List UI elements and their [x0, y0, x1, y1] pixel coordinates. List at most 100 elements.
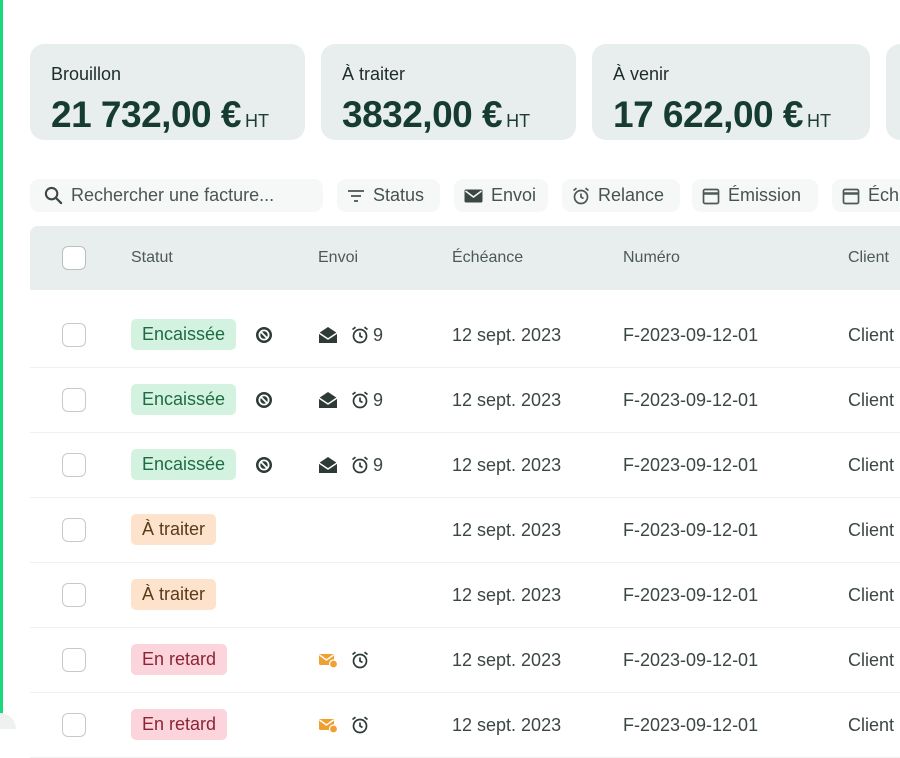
column-header-client[interactable]: Client — [848, 226, 889, 290]
status-badge: En retard — [131, 644, 228, 675]
filter-echeance-label: Éch — [868, 185, 900, 205]
row-checkbox[interactable] — [62, 518, 86, 542]
table-row[interactable]: À traiter 12 sept. 2023 F-2023-09-12-01 … — [30, 563, 900, 628]
table-row[interactable]: Encaissée 9 12 sept. 2023 F-2023-09-12-0… — [30, 433, 900, 498]
alarm-clock-icon: 9 — [351, 303, 383, 367]
row-checkbox[interactable] — [62, 453, 86, 477]
card-amount: 17 622,00 € — [613, 94, 803, 135]
card-unit: HT — [244, 111, 269, 131]
invoice-number[interactable]: F-2023-09-12-01 — [623, 433, 758, 497]
filter-emission-label: Émission — [728, 185, 802, 205]
client-name: Client — [848, 390, 895, 410]
table-body: Encaissée 9 12 sept. 2023 F-2023-09-12-0… — [30, 303, 900, 758]
status-badge: Encaissée — [131, 319, 237, 350]
search-placeholder: Rechercher une facture... — [71, 185, 275, 205]
client-name: Client — [848, 650, 895, 670]
invoice-number[interactable]: F-2023-09-12-01 — [623, 693, 758, 757]
table-row[interactable]: Encaissée 9 12 sept. 2023 F-2023-09-12-0… — [30, 303, 900, 368]
due-date: 12 sept. 2023 — [452, 390, 562, 410]
status-badge: Encaissée — [131, 449, 237, 480]
filter-status-button[interactable]: Status — [337, 179, 440, 212]
due-date: 12 sept. 2023 — [452, 325, 562, 345]
envelope-open-icon — [318, 303, 338, 367]
client-name: Client — [848, 715, 895, 735]
column-header-envoi[interactable]: Envoi — [318, 226, 358, 290]
row-checkbox[interactable] — [62, 713, 86, 737]
card-amount: 3832,00 € — [342, 94, 503, 135]
status-badge: À traiter — [131, 579, 217, 610]
column-header-statut[interactable]: Statut — [131, 226, 173, 290]
reminder-count: 9 — [373, 454, 384, 475]
due-date: 12 sept. 2023 — [452, 650, 562, 670]
card-unit: HT — [506, 111, 531, 131]
alarm-clock-icon: 9 — [351, 433, 383, 497]
table-header: Statut Envoi Échéance Numéro Client — [30, 226, 900, 290]
table-row[interactable]: En retard 12 sept. 2023 F-2023-09-12-01 … — [30, 628, 900, 693]
due-date: 12 sept. 2023 — [452, 715, 562, 735]
status-badge: À traiter — [131, 514, 217, 545]
summary-cards: Brouillon 21 732,00 € HT À traiter 3832,0… — [30, 44, 900, 140]
card-a-venir[interactable]: À venir 17 622,00 € HT — [592, 44, 870, 140]
reminder-count: 9 — [373, 389, 384, 410]
row-checkbox[interactable] — [62, 388, 86, 412]
envelope-icon — [464, 189, 483, 203]
calendar-icon — [842, 187, 860, 205]
client-name: Client — [848, 520, 895, 540]
filter-relance-label: Relance — [598, 185, 665, 205]
filter-status-label: Status — [373, 185, 425, 205]
filter-emission-button[interactable]: Émission — [692, 179, 818, 212]
envelope-open-icon — [318, 368, 338, 432]
calendar-icon — [702, 187, 720, 205]
row-checkbox[interactable] — [62, 583, 86, 607]
row-checkbox[interactable] — [62, 648, 86, 672]
card-a-traiter[interactable]: À traiter 3832,00 € HT — [321, 44, 576, 140]
status-badge: En retard — [131, 709, 228, 740]
blocked-circle-icon — [255, 368, 273, 432]
mail-warning-icon — [318, 693, 338, 757]
card-label: Brouillon — [51, 64, 122, 84]
due-date: 12 sept. 2023 — [452, 520, 562, 540]
filter-lines-icon — [347, 189, 365, 203]
filter-envoi-button[interactable]: Envoi — [454, 179, 548, 212]
search-icon — [44, 186, 63, 205]
invoice-number[interactable]: F-2023-09-12-01 — [623, 368, 758, 432]
due-date: 12 sept. 2023 — [452, 585, 562, 605]
alarm-clock-icon — [351, 693, 373, 757]
card-unit: HT — [806, 111, 831, 131]
invoice-number[interactable]: F-2023-09-12-01 — [623, 563, 758, 627]
client-name: Client — [848, 325, 895, 345]
table-row[interactable]: À traiter 12 sept. 2023 F-2023-09-12-01 … — [30, 498, 900, 563]
table-row[interactable]: En retard 12 sept. 2023 F-2023-09-12-01 … — [30, 693, 900, 758]
reminder-count: 9 — [373, 324, 384, 345]
filter-echeance-button[interactable]: Éch — [832, 179, 900, 212]
select-all-checkbox[interactable] — [62, 246, 86, 270]
invoice-number[interactable]: F-2023-09-12-01 — [623, 303, 758, 367]
filter-relance-button[interactable]: Relance — [562, 179, 680, 212]
table-row[interactable]: Encaissée 9 12 sept. 2023 F-2023-09-12-0… — [30, 368, 900, 433]
due-date: 12 sept. 2023 — [452, 455, 562, 475]
invoice-number[interactable]: F-2023-09-12-01 — [623, 628, 758, 692]
alarm-clock-icon: 9 — [351, 368, 383, 432]
column-header-numero[interactable]: Numéro — [623, 226, 680, 290]
mail-warning-icon — [318, 628, 338, 692]
search-input[interactable]: Rechercher une facture... — [30, 179, 323, 212]
client-name: Client — [848, 455, 895, 475]
invoice-number[interactable]: F-2023-09-12-01 — [623, 498, 758, 562]
card-label: À venir — [613, 64, 670, 84]
card-label: À traiter — [342, 64, 406, 84]
alarm-clock-icon — [572, 187, 590, 205]
card-amount: 21 732,00 € — [51, 94, 241, 135]
client-name: Client — [848, 585, 895, 605]
filter-bar: Rechercher une facture... Status Envoi R… — [30, 179, 900, 212]
invoice-table: Statut Envoi Échéance Numéro Client Enca… — [30, 226, 900, 758]
alarm-clock-icon — [351, 628, 373, 692]
blocked-circle-icon — [255, 433, 273, 497]
corner-decoration — [0, 713, 16, 729]
status-badge: Encaissée — [131, 384, 237, 415]
card-partial[interactable] — [886, 44, 900, 140]
column-header-echeance[interactable]: Échéance — [452, 226, 523, 290]
envelope-open-icon — [318, 433, 338, 497]
row-checkbox[interactable] — [62, 323, 86, 347]
card-brouillon[interactable]: Brouillon 21 732,00 € HT — [30, 44, 305, 140]
filter-envoi-label: Envoi — [491, 185, 537, 205]
